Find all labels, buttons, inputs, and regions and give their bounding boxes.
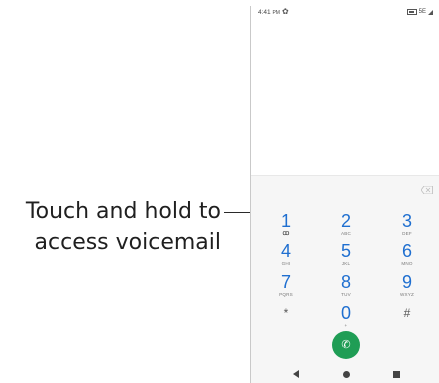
status-time: 4:41 PM: [258, 9, 280, 16]
status-time-value: 4:41: [258, 9, 271, 16]
key-7[interactable]: 7 PQRS: [266, 273, 306, 298]
key-6[interactable]: 6 MNO: [387, 242, 427, 267]
call-button[interactable]: ✆: [332, 331, 360, 359]
navigation-bar: [251, 367, 439, 383]
key-symbol: *: [283, 306, 289, 320]
key-1[interactable]: 1 ꝏ: [266, 212, 306, 237]
callout-line-2: access voicemail: [34, 230, 221, 255]
dialpad: 1 ꝏ 2 ABC 3 DEF 4 GHI 5 JKL 6 MNO 7 PQRS: [251, 175, 439, 368]
key-letters: ABC: [340, 231, 352, 236]
network-label: 5E: [418, 9, 426, 15]
key-digit: 8: [340, 272, 351, 292]
key-9[interactable]: 9 WXYZ: [387, 273, 427, 298]
status-time-ampm: PM: [272, 10, 280, 16]
signal-icon: [428, 9, 433, 15]
key-5[interactable]: 5 JKL: [326, 242, 366, 267]
key-letters: MNO: [401, 261, 413, 266]
key-letters: GHI: [281, 261, 291, 266]
voicemail-icon: ꝏ: [282, 230, 290, 237]
back-icon[interactable]: [293, 370, 299, 378]
key-letters: TUV: [341, 292, 351, 297]
key-letters: +: [344, 323, 348, 328]
key-digit: 2: [340, 211, 351, 231]
status-icons: 5E: [406, 9, 433, 15]
status-bar: 4:41 PM ✿ 5E: [251, 6, 439, 20]
key-2[interactable]: 2 ABC: [326, 212, 366, 237]
number-display[interactable]: [251, 20, 439, 175]
key-letters: PQRS: [279, 292, 293, 297]
battery-icon: [406, 9, 417, 15]
key-letters: WXYZ: [399, 292, 415, 297]
key-digit: 6: [401, 241, 412, 261]
key-digit: 9: [401, 272, 412, 292]
key-digit: 7: [280, 272, 291, 292]
key-3[interactable]: 3 DEF: [387, 212, 427, 237]
key-8[interactable]: 8 TUV: [326, 273, 366, 298]
key-digit: 1: [280, 211, 291, 231]
settings-icon: ✿: [282, 7, 289, 16]
recents-icon[interactable]: [393, 371, 400, 378]
home-icon[interactable]: [343, 371, 350, 378]
phone-screen: 4:41 PM ✿ 5E 1 ꝏ 2 ABC 3 DEF 4 GHI 5 JKL…: [250, 6, 439, 383]
key-digit: 4: [280, 241, 291, 261]
key-digit: 0: [340, 303, 351, 323]
voicemail-callout: Touch and hold to access voicemail: [26, 196, 221, 258]
key-letters: DEF: [402, 231, 412, 236]
phone-icon: ✆: [341, 338, 351, 351]
key-digit: 5: [340, 241, 351, 261]
key-symbol: #: [403, 306, 411, 320]
callout-line-1: Touch and hold to: [25, 199, 221, 224]
key-star[interactable]: *: [266, 304, 306, 322]
key-0[interactable]: 0 +: [326, 304, 366, 329]
backspace-icon[interactable]: [421, 186, 433, 194]
key-digit: 3: [401, 211, 412, 231]
key-4[interactable]: 4 GHI: [266, 242, 306, 267]
key-letters: JKL: [341, 261, 351, 266]
key-hash[interactable]: #: [387, 304, 427, 322]
